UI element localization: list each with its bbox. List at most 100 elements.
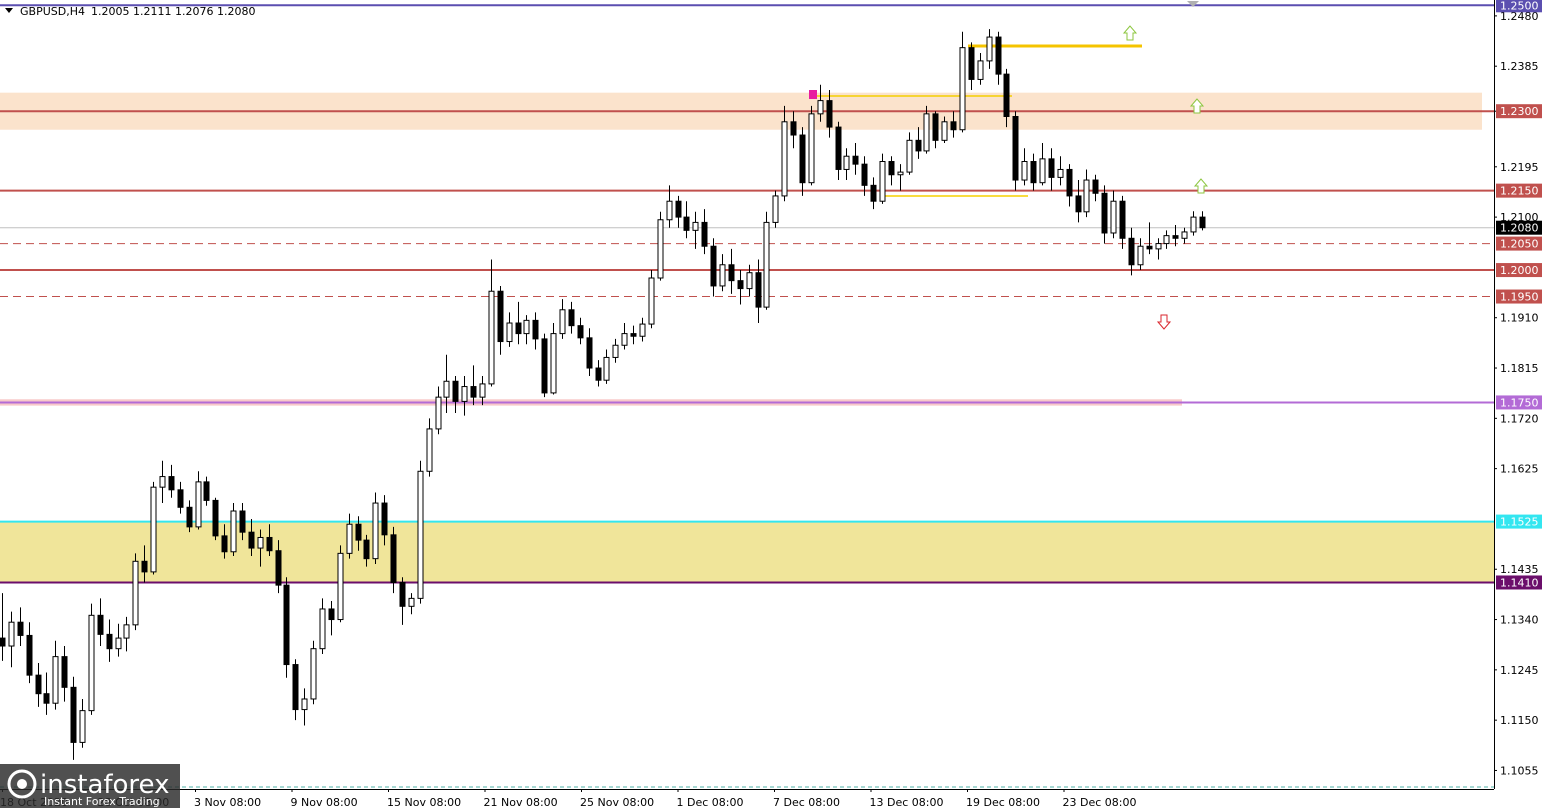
candle-body-bear xyxy=(70,686,77,743)
chart-info: GBPUSD,H4 1.2005 1.2111 1.2076 1.2080 xyxy=(5,5,255,18)
candle xyxy=(577,317,584,345)
candle xyxy=(852,142,859,175)
y-tick-label: 1.1245 xyxy=(1500,664,1539,677)
price-tag-label: 1.1750 xyxy=(1500,396,1539,409)
candle-body-bear xyxy=(995,36,1002,75)
y-tick-label: 1.1435 xyxy=(1500,563,1539,576)
candle xyxy=(1172,225,1179,247)
candle-body-bear xyxy=(399,581,406,607)
candle-body-bear xyxy=(248,531,255,549)
candle xyxy=(1119,195,1126,249)
candle-body-bear xyxy=(43,693,50,704)
candle-body-bull xyxy=(337,552,344,621)
y-tick-label: 1.1340 xyxy=(1500,614,1539,627)
candle xyxy=(150,481,157,575)
candle xyxy=(728,248,735,294)
candle-body-bear xyxy=(532,319,539,340)
candle xyxy=(43,672,50,715)
candle-body-bull xyxy=(150,486,157,573)
candle xyxy=(710,238,717,297)
candle xyxy=(657,211,664,281)
candle xyxy=(541,333,548,398)
candle xyxy=(70,676,77,760)
current-price-label: 1.2080 xyxy=(1500,222,1539,235)
candle xyxy=(986,29,993,69)
candle xyxy=(337,545,344,623)
candle-body-bear xyxy=(283,584,290,666)
candle-body-bear xyxy=(35,674,42,695)
candle-body-bull xyxy=(692,221,699,231)
candle-body-bear xyxy=(852,155,859,165)
candle-body-bull xyxy=(977,60,984,80)
price-tag-label: 1.2050 xyxy=(1500,238,1539,251)
price-chart: 1.24801.23851.23001.21951.21001.19101.18… xyxy=(0,0,1546,810)
candle-body-bull xyxy=(719,264,726,287)
candle-body-bear xyxy=(266,536,273,552)
candle xyxy=(8,611,15,668)
candle xyxy=(417,460,424,604)
candle-body-bull xyxy=(746,272,753,290)
candle xyxy=(372,492,379,564)
candle-body-bear xyxy=(861,163,868,186)
candle-body-bull xyxy=(772,195,779,223)
candle xyxy=(230,503,237,557)
candle-body-bear xyxy=(141,560,148,573)
candle-body-bull xyxy=(479,383,486,398)
candle xyxy=(399,577,406,625)
candle-body-bull xyxy=(657,219,664,279)
candle xyxy=(328,601,335,636)
candle xyxy=(977,52,984,85)
price-tag-label: 1.1950 xyxy=(1500,291,1539,304)
candle-body-bull xyxy=(763,221,770,308)
candle xyxy=(532,312,539,350)
price-tag-label: 1.1525 xyxy=(1500,516,1539,529)
candle-body-bull xyxy=(639,323,646,337)
candle xyxy=(648,270,655,329)
candle-body-bear xyxy=(497,290,504,343)
candle-body-bear xyxy=(1048,158,1055,178)
candle xyxy=(470,365,477,406)
candle-body-bear xyxy=(1119,200,1126,239)
candle-body-bull xyxy=(1021,161,1028,181)
candle xyxy=(426,418,433,477)
candle xyxy=(17,607,24,647)
candle-body-bear xyxy=(177,489,184,508)
candle-body-bull xyxy=(346,523,353,554)
candle xyxy=(461,375,468,416)
candle xyxy=(212,497,219,541)
candle xyxy=(26,622,33,684)
candle-body-bull xyxy=(550,333,557,394)
candle xyxy=(683,201,690,239)
candle-body-bull xyxy=(1181,231,1188,239)
candle xyxy=(1030,153,1037,191)
candle-body-bull xyxy=(506,322,513,343)
candle-body-bear xyxy=(1101,192,1108,234)
candle-body-bear xyxy=(168,476,175,491)
candle xyxy=(870,177,877,210)
candle xyxy=(932,111,939,149)
levels-layer xyxy=(0,4,1494,584)
candle xyxy=(595,360,602,387)
candle-body-bear xyxy=(835,126,842,170)
candle xyxy=(1163,230,1170,249)
candle xyxy=(115,623,122,657)
candle-body-bull xyxy=(906,139,913,173)
candle xyxy=(515,301,522,345)
candle-body-bull xyxy=(1137,245,1144,266)
candle xyxy=(675,195,682,228)
collapse-triangle-icon[interactable] xyxy=(5,8,13,13)
candle-body-bull xyxy=(897,171,904,176)
candle-body-bear xyxy=(328,608,335,621)
candle xyxy=(1190,211,1197,236)
up-arrow-icon xyxy=(1122,25,1138,41)
candle-body-bull xyxy=(123,624,130,639)
candle-body-bear xyxy=(515,322,522,335)
candle-body-bear xyxy=(1092,179,1099,194)
candle-body-bear xyxy=(17,621,24,636)
candle xyxy=(1075,180,1082,223)
candle-body-bear xyxy=(790,121,797,136)
candle-body-bull xyxy=(52,656,59,704)
candle xyxy=(1057,156,1064,186)
candle xyxy=(523,315,530,345)
candle xyxy=(1083,169,1090,218)
